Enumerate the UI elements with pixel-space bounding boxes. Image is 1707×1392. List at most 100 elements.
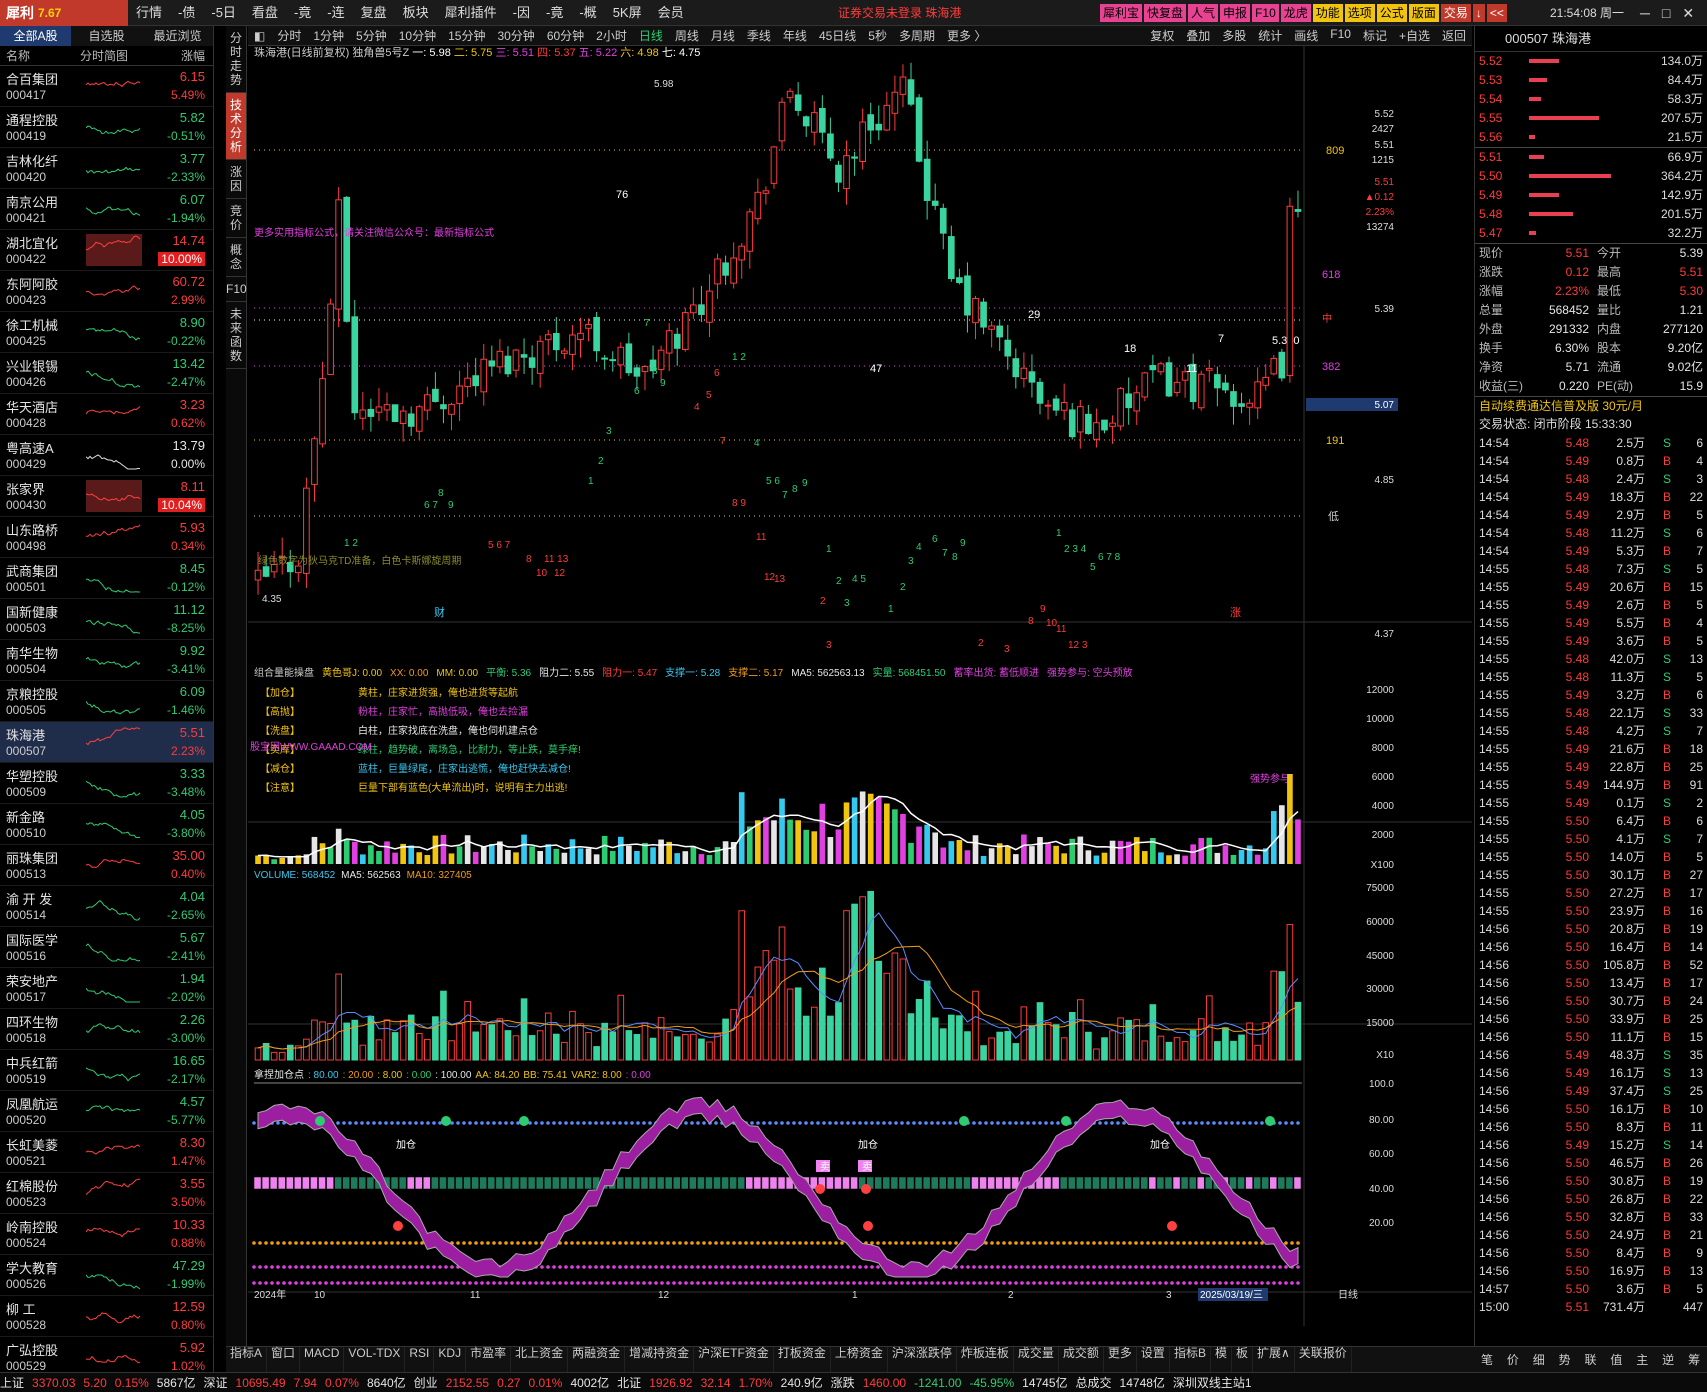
stock-row[interactable]: 吉林化纤 000420 3.77 -2.33% xyxy=(0,148,213,189)
stock-row[interactable]: 渝 开 发 000514 4.04 -2.65% xyxy=(0,886,213,927)
period-11[interactable]: 季线 xyxy=(741,27,777,44)
stock-row[interactable]: 张家界 000430 8.11 10.04% xyxy=(0,476,213,517)
indicator-tab-11[interactable]: 打板资金 xyxy=(774,1347,831,1372)
indicator-tab-7[interactable]: 北上资金 xyxy=(511,1347,569,1372)
period-15[interactable]: 多周期 xyxy=(893,27,941,44)
chart-tool-1[interactable]: 叠加 xyxy=(1180,27,1216,44)
chart-tool-4[interactable]: 画线 xyxy=(1288,27,1324,44)
vtab-6[interactable]: 未来函数 xyxy=(226,302,246,369)
stock-row[interactable]: 京粮控股 000505 6.09 -1.46% xyxy=(0,681,213,722)
tool-button-8[interactable]: 公式 xyxy=(1376,4,1407,22)
indicator-tab-15[interactable]: 成交量 xyxy=(1014,1347,1059,1372)
quote-tab-8[interactable]: 筹 xyxy=(1681,1347,1707,1372)
indicator-tab-13[interactable]: 沪深涨跌停 xyxy=(888,1347,957,1372)
chart-tool-0[interactable]: 复权 xyxy=(1144,27,1180,44)
quote-tab-3[interactable]: 势 xyxy=(1552,1347,1578,1372)
menu-item-5[interactable]: -连 xyxy=(319,0,352,26)
menu-item-8[interactable]: 犀利插件 xyxy=(437,0,505,26)
quote-tab-6[interactable]: 主 xyxy=(1629,1347,1655,1372)
period-6[interactable]: 60分钟 xyxy=(541,27,590,44)
indicator-tab-18[interactable]: 设置 xyxy=(1137,1347,1170,1372)
stock-tab-0[interactable]: 全部A股 xyxy=(0,26,71,46)
stock-row[interactable]: 合百集团 000417 6.15 5.49% xyxy=(0,66,213,107)
tool-button-11[interactable]: ↓ xyxy=(1472,4,1485,22)
stock-row[interactable]: 东阿阿胶 000423 60.72 2.99% xyxy=(0,271,213,312)
stock-row[interactable]: 华塑控股 000509 3.33 -3.48% xyxy=(0,763,213,804)
bid-row[interactable]: 5.51 66.9万 xyxy=(1475,148,1707,167)
indicator-tab-19[interactable]: 指标B xyxy=(1170,1347,1211,1372)
menu-item-0[interactable]: 行情 xyxy=(128,0,170,26)
bid-row[interactable]: 5.49 142.9万 xyxy=(1475,186,1707,205)
stock-row[interactable]: 山东路桥 000498 5.93 0.34% xyxy=(0,517,213,558)
stock-row[interactable]: 凤凰航运 000520 4.57 -5.77% xyxy=(0,1091,213,1132)
chart-tool-7[interactable]: +自选 xyxy=(1393,27,1436,44)
stock-row[interactable]: 珠海港 000507 5.51 2.23% xyxy=(0,722,213,763)
vtab-1[interactable]: 技术分析 xyxy=(226,93,246,160)
stock-row[interactable]: 国际医学 000516 5.67 -2.41% xyxy=(0,927,213,968)
tool-button-6[interactable]: 功能 xyxy=(1312,4,1343,22)
indicator-tab-22[interactable]: 扩展∧ xyxy=(1253,1347,1295,1372)
header-change[interactable]: 涨幅 xyxy=(160,46,213,65)
indicator-tab-16[interactable]: 成交额 xyxy=(1059,1347,1104,1372)
stock-row[interactable]: 国新健康 000503 11.12 -8.25% xyxy=(0,599,213,640)
indicator-tab-9[interactable]: 增减持资金 xyxy=(625,1347,695,1372)
quote-tab-2[interactable]: 细 xyxy=(1526,1347,1552,1372)
stock-row[interactable]: 红棉股份 000523 3.55 3.50% xyxy=(0,1173,213,1214)
indicator-tab-5[interactable]: KDJ xyxy=(434,1347,467,1372)
indicator-tab-20[interactable]: 模 xyxy=(1211,1347,1232,1372)
chart-tool-3[interactable]: 统计 xyxy=(1252,27,1288,44)
chart-tool-2[interactable]: 多股 xyxy=(1216,27,1252,44)
close-icon[interactable]: ✕ xyxy=(1682,5,1706,21)
tool-button-10[interactable]: 交易 xyxy=(1440,4,1471,22)
stock-row[interactable]: 荣安地产 000517 1.94 -2.02% xyxy=(0,968,213,1009)
tool-button-2[interactable]: 人气 xyxy=(1188,4,1219,22)
quote-tab-0[interactable]: 笔 xyxy=(1474,1347,1500,1372)
period-10[interactable]: 月线 xyxy=(705,27,741,44)
bid-row[interactable]: 5.50 364.2万 xyxy=(1475,167,1707,186)
menu-item-2[interactable]: -5日 xyxy=(203,0,244,26)
menu-item-6[interactable]: 复盘 xyxy=(353,0,395,26)
menu-item-3[interactable]: 看盘 xyxy=(244,0,286,26)
period-12[interactable]: 年线 xyxy=(777,27,813,44)
quote-tab-5[interactable]: 值 xyxy=(1603,1347,1629,1372)
vtab-4[interactable]: 概念 xyxy=(226,238,246,277)
tool-button-0[interactable]: 犀利宝 xyxy=(1100,4,1143,22)
bid-row[interactable]: 5.47 32.2万 xyxy=(1475,224,1707,243)
indicator-tab-6[interactable]: 市盈率 xyxy=(466,1347,512,1372)
indicator-tab-23[interactable]: 关联报价 xyxy=(1295,1347,1352,1372)
chart-tool-5[interactable]: F10 xyxy=(1324,27,1357,44)
indicator-tab-4[interactable]: RSI xyxy=(405,1347,435,1372)
indicator-tab-17[interactable]: 更多 xyxy=(1104,1347,1137,1372)
stock-row[interactable]: 丽珠集团 000513 35.00 0.40% xyxy=(0,845,213,886)
period-14[interactable]: 5秒 xyxy=(862,27,893,44)
period-5[interactable]: 30分钟 xyxy=(491,27,540,44)
stock-tab-1[interactable]: 自选股 xyxy=(71,26,142,46)
menu-item-7[interactable]: 板块 xyxy=(395,0,437,26)
vtab-5[interactable]: F10 xyxy=(226,277,247,302)
app-logo[interactable]: 犀利 7.67 xyxy=(0,0,128,26)
indicator-tab-2[interactable]: MACD xyxy=(300,1347,345,1372)
kline-chart[interactable]: 809618382191低中5.320珠海港(日线前复权) 独角兽5号Z 一: … xyxy=(248,45,1472,1346)
indicator-tab-10[interactable]: 沪深ETF资金 xyxy=(694,1347,774,1372)
stock-row[interactable]: 长虹美菱 000521 8.30 1.47% xyxy=(0,1132,213,1173)
period-7[interactable]: 2小时 xyxy=(590,27,633,44)
menu-item-4[interactable]: -竟 xyxy=(286,0,319,26)
menu-item-9[interactable]: -因 xyxy=(505,0,538,26)
chart-tool-6[interactable]: 标记 xyxy=(1357,27,1393,44)
chart-area[interactable]: 809 618 382 191 低中 5.320 珠海港(日线前复权) 独角兽5号Z 一: … xyxy=(248,45,1472,1346)
stock-row[interactable]: 兴业银锡 000426 13.42 -2.47% xyxy=(0,353,213,394)
vtab-0[interactable]: 分时走势 xyxy=(226,26,246,93)
ask-row[interactable]: 5.53 84.4万 xyxy=(1475,71,1707,90)
tool-button-5[interactable]: 龙虎 xyxy=(1280,4,1311,22)
period-9[interactable]: 周线 xyxy=(669,27,705,44)
stock-tab-2[interactable]: 最近浏览 xyxy=(142,26,213,46)
period-0[interactable]: 分时 xyxy=(271,27,307,44)
quote-tab-4[interactable]: 联 xyxy=(1578,1347,1604,1372)
ask-row[interactable]: 5.55 207.5万 xyxy=(1475,109,1707,128)
stock-row[interactable]: 南京公用 000421 6.07 -1.94% xyxy=(0,189,213,230)
tool-button-1[interactable]: 快复盘 xyxy=(1144,4,1187,22)
tool-button-7[interactable]: 选项 xyxy=(1344,4,1375,22)
ask-row[interactable]: 5.54 58.3万 xyxy=(1475,90,1707,109)
tick-list[interactable]: 14:54 5.48 2.5万 S 6 14:54 5.49 0.8万 B 4 14:54 5.48 2… xyxy=(1475,434,1707,1316)
ask-row[interactable]: 5.52 134.0万 xyxy=(1475,52,1707,71)
